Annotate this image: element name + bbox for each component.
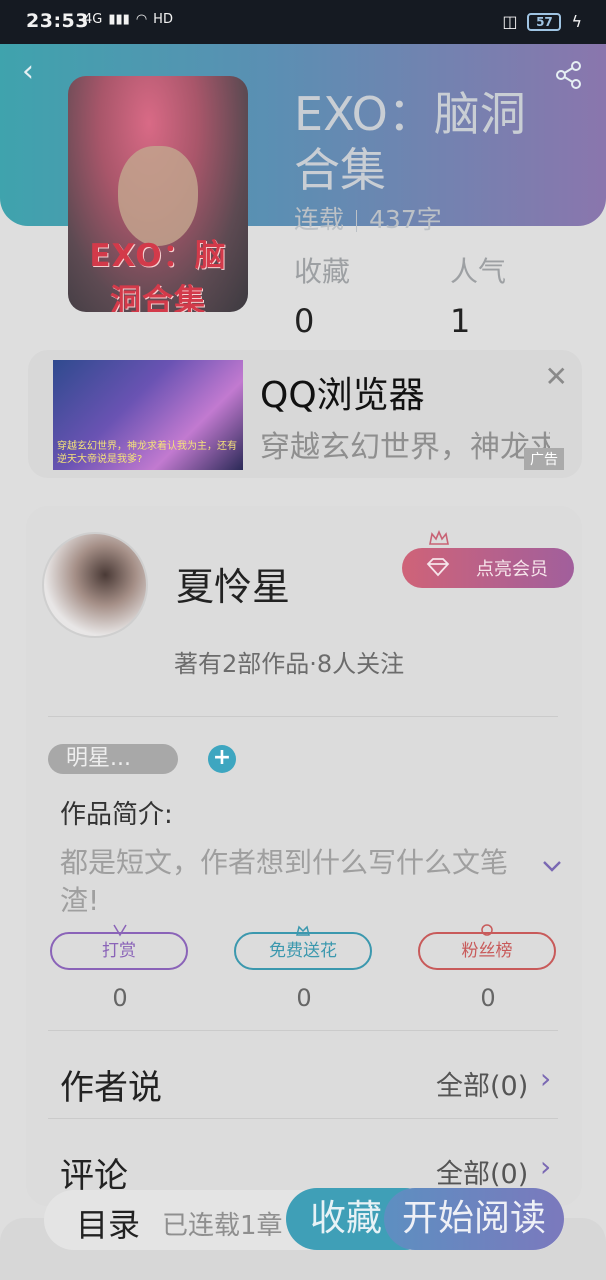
stat-label-popularity: 人气 xyxy=(450,255,507,288)
intro-label: 作品简介: xyxy=(60,800,173,830)
stat-value-favorites: 0 xyxy=(294,302,315,340)
author-says-label[interactable]: 作者说 xyxy=(60,1060,162,1109)
hd-label: HD xyxy=(153,12,173,27)
status-bar: 23:53 4G ▮▮▮ ◠ HD ◫ 57 ϟ xyxy=(0,0,606,44)
ad-image-caption: 穿越玄幻世界，神龙求着认我为主，还有逆天大帝说是我爹? xyxy=(57,441,237,465)
vip-button[interactable]: 点亮会员 xyxy=(402,548,574,588)
signal-icon: ▮▮▮ xyxy=(108,12,130,27)
crown-icon xyxy=(428,529,450,546)
reward-count: 0 xyxy=(112,984,128,1012)
divider xyxy=(48,1030,558,1031)
cover-title: EXO：脑洞合集 xyxy=(89,238,227,312)
battery-icon: 57 xyxy=(527,12,562,31)
author-avatar[interactable] xyxy=(42,532,148,638)
share-icon[interactable] xyxy=(554,60,584,90)
ad-title: QQ浏览器 xyxy=(260,375,425,416)
author-says-all-link[interactable]: 全部(0) xyxy=(436,1064,528,1103)
divider xyxy=(48,716,558,717)
comments-all-link[interactable]: 全部(0) xyxy=(436,1152,528,1191)
wifi-icon: ◠ xyxy=(135,12,148,27)
chevron-down-icon[interactable] xyxy=(540,856,564,876)
status-icons: 4G ▮▮▮ ◠ HD xyxy=(84,12,173,27)
book-cover[interactable]: EXO：脑洞合集 xyxy=(68,76,248,312)
author-stats: 著有2部作品·8人关注 xyxy=(174,650,405,678)
fans-count: 0 xyxy=(480,984,496,1012)
diamond-icon xyxy=(426,557,450,577)
fans-ranking-button[interactable]: 粉丝榜 xyxy=(418,932,556,970)
intro-text: 都是短文，作者想到什么写什么文笔渣! xyxy=(60,846,509,917)
ad-badge: 广告 xyxy=(524,448,564,470)
charging-icon: ϟ xyxy=(571,12,582,31)
stat-value-popularity: 1 xyxy=(450,302,471,340)
author-name[interactable]: 夏怜星 xyxy=(176,556,290,611)
status-time: 23:53 xyxy=(26,10,89,32)
reward-button[interactable]: 打赏 xyxy=(50,932,188,970)
book-meta: 连载 437字 xyxy=(294,200,442,236)
network-icon: 4G xyxy=(84,12,103,27)
book-status: 连载 xyxy=(294,205,345,234)
flower-count: 0 xyxy=(296,984,312,1012)
start-reading-button[interactable]: 开始阅读 xyxy=(384,1188,564,1250)
book-word-count: 437字 xyxy=(369,205,442,234)
ad-image[interactable]: 穿越玄幻世界，神龙求着认我为主，还有逆天大帝说是我爹? xyxy=(53,360,243,470)
ad-card[interactable]: 穿越玄幻世界，神龙求着认我为主，还有逆天大帝说是我爹? QQ浏览器 穿越玄幻世界… xyxy=(28,350,582,478)
status-right: ◫ 57 ϟ xyxy=(502,12,582,31)
divider xyxy=(48,1118,558,1119)
stat-label-favorites: 收藏 xyxy=(294,255,351,288)
tag-chip[interactable]: 明星... xyxy=(48,744,178,774)
ad-description: 穿越玄幻世界，神龙求着认我为主 xyxy=(260,430,550,465)
book-title: EXO：脑洞合集 xyxy=(294,87,526,197)
chevron-right-icon[interactable]: › xyxy=(540,1062,551,1095)
vibrate-icon: ◫ xyxy=(502,12,518,31)
toc-button[interactable]: 目录 xyxy=(76,1200,140,1246)
chevron-right-icon[interactable]: › xyxy=(540,1150,551,1183)
vip-button-label: 点亮会员 xyxy=(476,559,548,580)
meta-divider xyxy=(356,210,358,232)
send-flower-button[interactable]: 免费送花 xyxy=(234,932,372,970)
toc-status: 已连载1章 xyxy=(162,1211,283,1241)
close-icon[interactable]: ✕ xyxy=(545,360,568,393)
back-icon[interactable]: ‹ xyxy=(22,57,52,88)
add-tag-button[interactable]: + xyxy=(208,745,236,773)
